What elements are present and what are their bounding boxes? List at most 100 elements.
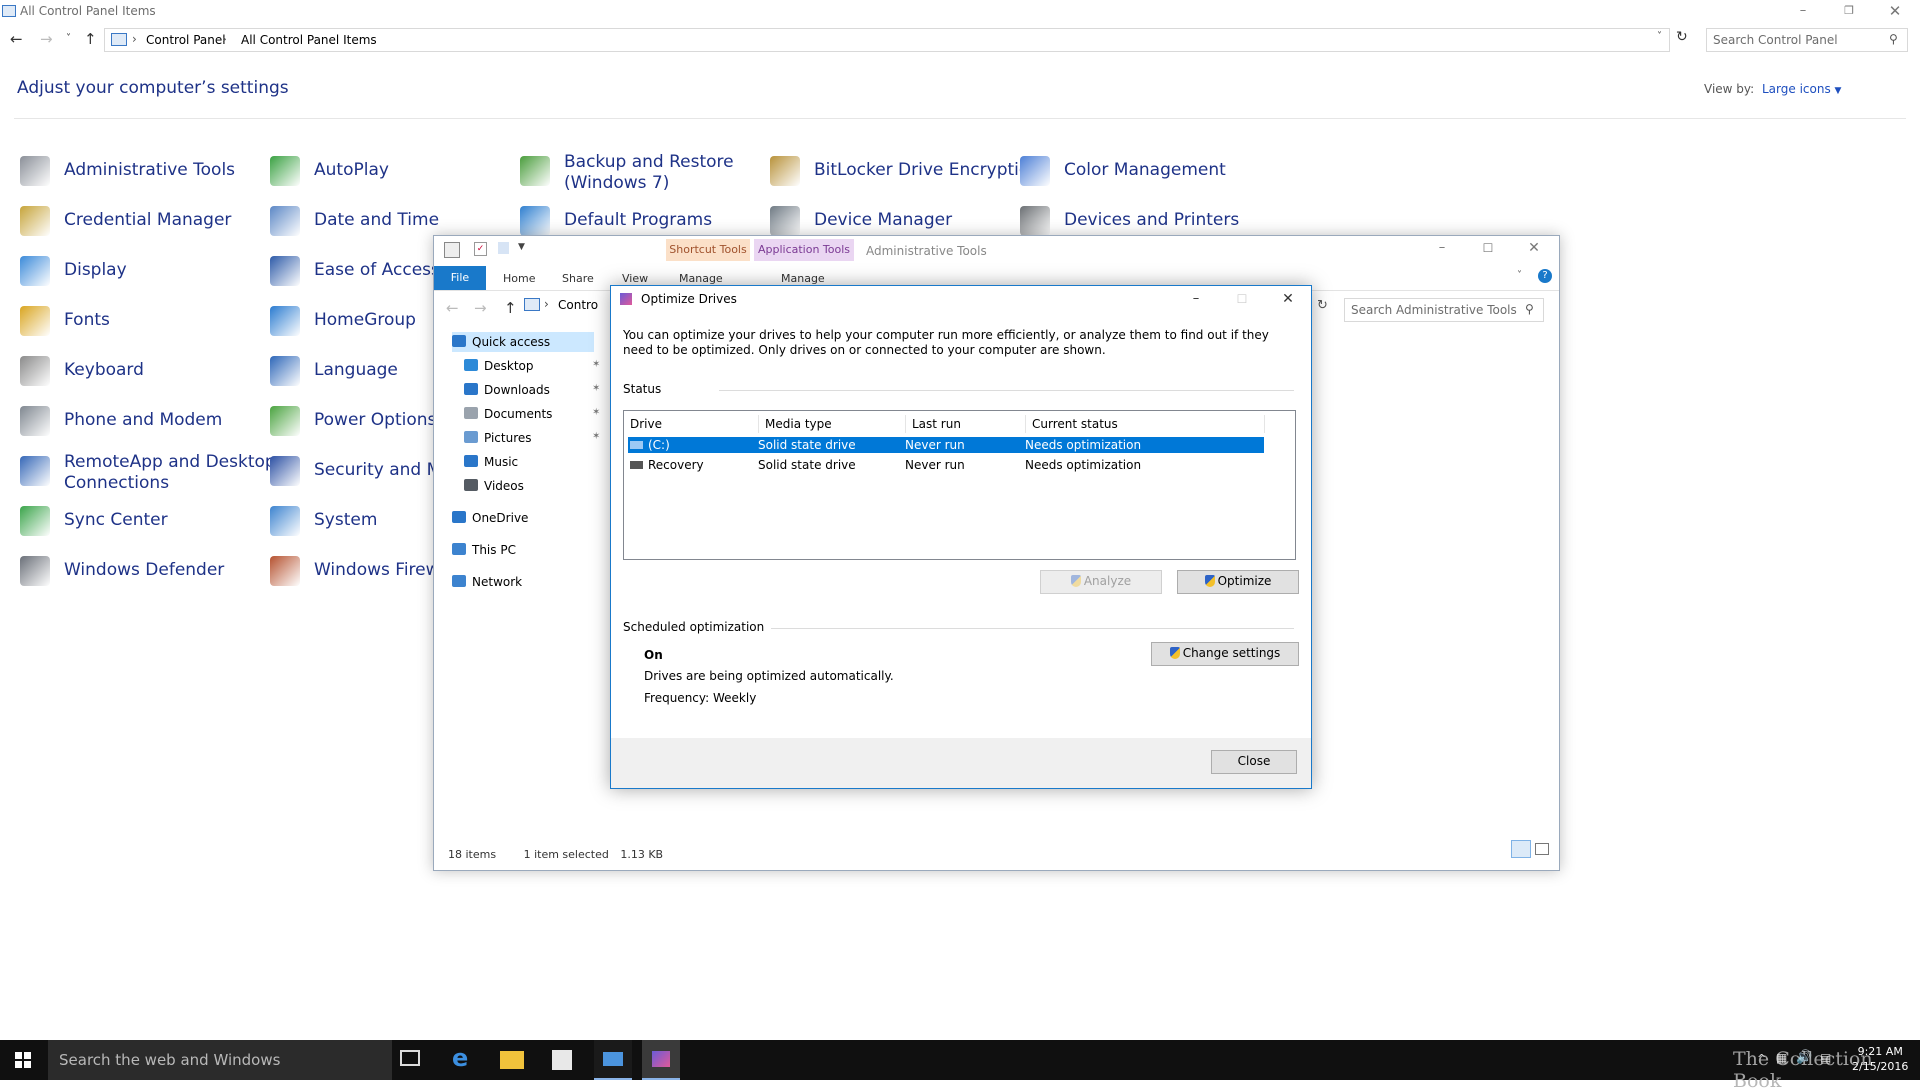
nav-item-label: Documents <box>484 407 553 421</box>
nav-item-quick-access[interactable]: Quick access <box>452 332 594 352</box>
cp-item-label: Device Manager <box>814 210 952 231</box>
cp-item-label: Devices and Printers <box>1064 210 1239 231</box>
analyze-button[interactable]: Analyze <box>1040 570 1162 594</box>
explorer-back-arrow-icon[interactable]: ← <box>446 299 459 317</box>
column-header-media-type[interactable]: Media type <box>758 415 905 433</box>
properties-quick-icon[interactable]: ✓ <box>474 242 487 256</box>
action-center-icon[interactable]: ▤ <box>1820 1051 1831 1065</box>
drive-cell-drive: Recovery <box>648 458 704 472</box>
details-view-icon[interactable] <box>1511 840 1531 858</box>
drive-row[interactable]: Recovery Solid state drive Never run Needs … <box>628 457 1264 473</box>
cp-item-label-line1: Backup and Restore <box>564 152 734 172</box>
change-settings-button[interactable]: Change settings <box>1151 642 1299 666</box>
new-folder-quick-icon[interactable] <box>498 242 509 254</box>
cp-item-label: Backup and Restore (Windows 7) <box>564 152 734 194</box>
tab-home[interactable]: Home <box>503 272 535 285</box>
up-arrow-icon[interactable]: ↑ <box>84 30 97 48</box>
pin-icon: ✶ <box>592 407 601 418</box>
file-explorer-icon[interactable] <box>500 1051 524 1069</box>
pictures-folder-icon <box>464 431 478 443</box>
drive-row[interactable]: (C:) Solid state drive Never run Needs opti… <box>628 437 1264 453</box>
this-pc-icon <box>452 543 466 555</box>
explorer-maximize-button[interactable]: ☐ <box>1465 236 1511 266</box>
tab-view[interactable]: View <box>622 272 648 285</box>
back-arrow-icon[interactable]: ← <box>10 30 23 48</box>
view-by-value: Large icons <box>1762 82 1831 96</box>
restore-button[interactable]: ❐ <box>1826 0 1872 22</box>
nav-item-label: This PC <box>472 543 516 557</box>
explorer-up-arrow-icon[interactable]: ↑ <box>504 299 517 317</box>
explorer-minimize-button[interactable]: – <box>1419 236 1465 266</box>
customize-toolbar-icon[interactable]: ▼ <box>518 242 525 252</box>
network-tray-icon[interactable]: ▦ <box>1776 1051 1787 1065</box>
system-icon <box>270 506 300 536</box>
tab-share[interactable]: Share <box>562 272 594 285</box>
optimize-button[interactable]: Optimize <box>1177 570 1299 594</box>
cp-item-label: BitLocker Drive Encryption <box>814 160 1040 181</box>
search-control-panel-input[interactable]: Search Control Panel ⚲ <box>1706 28 1908 52</box>
optimize-drives-app-icon <box>620 293 632 305</box>
schedule-frequency: Frequency: Weekly <box>644 691 757 705</box>
minimize-button[interactable]: – <box>1780 0 1826 22</box>
drive-cell-media: Solid state drive <box>758 438 856 452</box>
close-button[interactable]: ✕ <box>1872 0 1918 22</box>
cp-item-label: Date and Time <box>314 210 439 231</box>
windows-defender-icon <box>20 556 50 586</box>
explorer-close-button[interactable]: ✕ <box>1511 236 1557 266</box>
close-dialog-button[interactable]: Close <box>1211 750 1297 774</box>
dialog-maximize-button[interactable]: ☐ <box>1219 286 1265 312</box>
refresh-icon[interactable]: ↻ <box>1676 29 1688 45</box>
address-dropdown-chevron-icon[interactable]: ˅ <box>1657 31 1662 42</box>
control-panel-taskbar-button[interactable] <box>594 1040 632 1080</box>
explorer-forward-arrow-icon[interactable]: → <box>474 299 487 317</box>
task-view-icon[interactable] <box>400 1050 420 1066</box>
column-header-last-run[interactable]: Last run <box>905 415 1024 433</box>
pin-icon: ✶ <box>592 431 601 442</box>
explorer-refresh-icon[interactable]: ↻ <box>1317 298 1328 313</box>
cp-item-label-line1: RemoteApp and Desktop <box>64 452 276 472</box>
optimize-drives-taskbar-button[interactable] <box>642 1040 680 1080</box>
volume-tray-icon[interactable]: 🔊 <box>1796 1050 1812 1065</box>
help-icon[interactable]: ? <box>1538 269 1552 283</box>
cp-item-label-line1: AutoPlay <box>314 160 389 180</box>
search-placeholder: Search Control Panel <box>1713 33 1838 47</box>
cp-item-label-line1: Phone and Modem <box>64 410 223 430</box>
view-by-dropdown[interactable]: Large icons ▼ <box>1762 82 1841 96</box>
explorer-breadcrumb-control-panel[interactable]: Contro <box>558 298 598 312</box>
cp-item-label: AutoPlay <box>314 160 389 181</box>
tab-file[interactable]: File <box>434 266 486 290</box>
ribbon-expand-chevron-icon[interactable]: ˅ <box>1517 270 1522 281</box>
forward-arrow-icon[interactable]: → <box>40 30 53 48</box>
edge-browser-icon[interactable]: e <box>452 1044 482 1072</box>
explorer-title-bar: ✓ ▼ Shortcut Tools Application Tools Adm… <box>434 236 1559 266</box>
show-hidden-icons-icon[interactable]: ^ <box>1757 1052 1766 1065</box>
column-header-current-status[interactable]: Current status <box>1025 415 1262 433</box>
breadcrumb-control-panel[interactable]: Control Panel <box>146 33 226 47</box>
column-header-drive[interactable]: Drive <box>624 415 756 433</box>
large-icons-view-icon[interactable] <box>1535 843 1549 855</box>
dialog-close-x-button[interactable]: ✕ <box>1265 286 1311 312</box>
cp-item-label: Phone and Modem <box>64 410 222 431</box>
dialog-minimize-button[interactable]: – <box>1173 286 1219 312</box>
breadcrumb-all-items[interactable]: All Control Panel Items <box>241 33 377 47</box>
status-selected-size: 1.13 KB <box>620 848 664 861</box>
search-administrative-tools-input[interactable]: Search Administrative Tools ⚲ <box>1344 298 1544 322</box>
cp-item-label-line1: Default Programs <box>564 210 713 230</box>
system-clock[interactable]: 9:21 AM 2/15/2016 <box>1852 1044 1908 1074</box>
drives-list-view[interactable]: Drive Media type Last run Current status… <box>623 410 1296 560</box>
search-icon[interactable]: ⚲ <box>1889 32 1898 46</box>
application-tools-label: Application Tools <box>754 239 854 261</box>
start-windows-icon[interactable] <box>15 1052 31 1068</box>
taskbar-search-box[interactable]: Search the web and Windows <box>48 1040 392 1080</box>
tab-shortcut-manage[interactable]: Manage <box>679 272 723 285</box>
address-box[interactable]: › Control Panel › All Control Panel Item… <box>104 28 1670 52</box>
explorer-search-icon[interactable]: ⚲ <box>1525 302 1534 316</box>
uac-shield-icon <box>1204 575 1215 587</box>
explorer-app-icon <box>444 242 460 258</box>
control-panel-title-bar: All Control Panel Items – ❐ ✕ <box>0 0 1920 22</box>
cp-item-label-line1: Devices and Printers <box>1064 210 1240 230</box>
store-icon[interactable] <box>552 1050 572 1070</box>
star-icon <box>452 335 466 347</box>
recent-locations-chevron-icon[interactable]: ˅ <box>66 33 71 44</box>
tab-application-manage[interactable]: Manage <box>781 272 825 285</box>
